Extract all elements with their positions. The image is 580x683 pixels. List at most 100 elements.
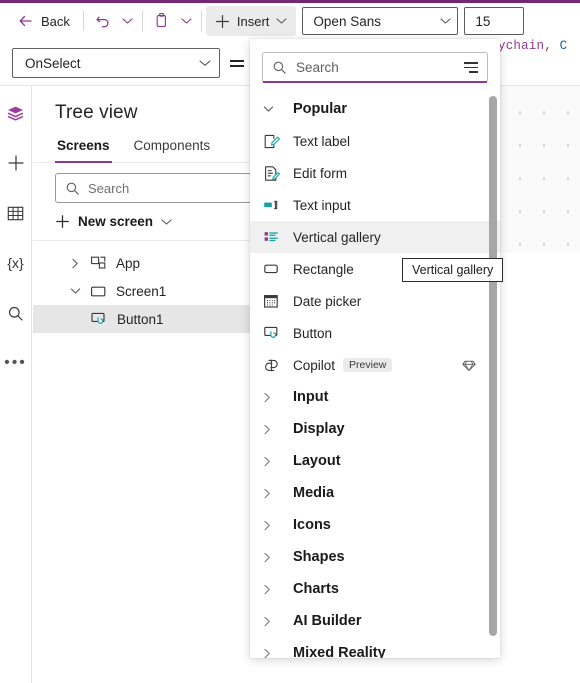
back-button-label: Back	[41, 13, 70, 29]
insert-item-text-input-text: Text input	[293, 197, 351, 213]
chevron-right-icon	[263, 584, 285, 595]
insert-item-date-picker-text: Date picker	[293, 293, 362, 309]
plus-icon	[55, 214, 70, 229]
insert-item-button[interactable]: Button	[250, 317, 500, 349]
filter-icon[interactable]	[464, 62, 478, 73]
font-family-select[interactable]: Open Sans	[302, 7, 459, 35]
group-header-input[interactable]: Input	[250, 381, 500, 413]
tree-search-placeholder: Search	[88, 180, 130, 196]
group-header-layout[interactable]: Layout	[250, 445, 500, 477]
formula-token-3: C	[559, 39, 568, 53]
formula-expand-icon[interactable]	[230, 59, 248, 67]
insert-panel-scrollbar[interactable]	[489, 94, 497, 650]
chevron-right-icon[interactable]	[64, 258, 86, 269]
insert-item-text-label-text: Text label	[293, 133, 351, 149]
rail-item-search[interactable]	[1, 298, 31, 328]
tab-screens[interactable]: Screens	[55, 134, 112, 163]
insert-item-edit-form[interactable]: Edit form	[250, 157, 500, 189]
clipboard-paste-icon	[153, 12, 170, 30]
insert-item-date-picker[interactable]: Date picker	[250, 285, 500, 317]
app-icon	[86, 255, 110, 271]
scrollbar-thumb[interactable]	[489, 96, 497, 636]
paste-dropdown-button[interactable]	[177, 6, 197, 36]
group-header-input-label: Input	[293, 389, 329, 405]
chevron-right-icon	[263, 392, 285, 403]
tree-node-app-label: App	[116, 255, 141, 271]
rail-item-variables[interactable]: {x}	[1, 248, 31, 278]
chevron-down-icon	[122, 17, 133, 25]
chevron-down-icon	[199, 59, 211, 67]
font-size-input[interactable]: 15	[464, 7, 525, 35]
group-header-mixed-reality[interactable]: Mixed Reality	[250, 637, 500, 658]
rail-item-insert[interactable]	[1, 148, 31, 178]
insert-control-list: Popular Text label Edit form Text input …	[250, 93, 500, 658]
chevron-right-icon	[263, 520, 285, 531]
group-header-icons[interactable]: Icons	[250, 509, 500, 541]
insert-item-vertical-gallery[interactable]: Vertical gallery	[250, 221, 500, 253]
group-header-shapes[interactable]: Shapes	[250, 541, 500, 573]
search-icon	[7, 305, 24, 322]
group-header-charts[interactable]: Charts	[250, 573, 500, 605]
group-header-popular-label: Popular	[293, 101, 347, 117]
insert-item-edit-form-text: Edit form	[293, 165, 348, 181]
chevron-down-icon	[161, 218, 172, 226]
paste-button[interactable]	[147, 6, 177, 36]
command-bar-separator	[200, 11, 202, 31]
font-family-value: Open Sans	[313, 13, 381, 29]
insert-button-label: Insert	[236, 13, 270, 29]
tree-node-screen1-label: Screen1	[116, 283, 167, 299]
undo-dropdown-button[interactable]	[118, 6, 138, 36]
preview-badge: Preview	[343, 358, 393, 372]
formula-token-2: ,	[544, 39, 552, 53]
edit-form-icon	[263, 165, 285, 182]
insert-plus-icon	[7, 154, 25, 172]
chevron-right-icon	[263, 552, 285, 563]
insert-search-wrap: Search	[250, 39, 500, 93]
property-value: OnSelect	[25, 55, 81, 71]
tree-view-layers-icon	[6, 105, 25, 122]
tree-node-button1-label: Button1	[117, 311, 164, 327]
group-header-popular[interactable]: Popular	[250, 93, 500, 125]
undo-button[interactable]	[88, 6, 118, 36]
back-button[interactable]: Back	[8, 6, 79, 36]
group-header-display[interactable]: Display	[250, 413, 500, 445]
group-header-shapes-label: Shapes	[293, 549, 345, 565]
group-header-icons-label: Icons	[293, 517, 331, 533]
chevron-down-icon	[263, 105, 285, 113]
group-header-media[interactable]: Media	[250, 477, 500, 509]
app-root: Back Insert Open Sans 15 OnSelect ychain…	[0, 0, 580, 683]
insert-item-text-input[interactable]: Text input	[250, 189, 500, 221]
insert-item-text-label[interactable]: Text label	[250, 125, 500, 157]
rail-item-tree-view[interactable]	[1, 98, 31, 128]
group-header-display-label: Display	[293, 421, 345, 437]
group-header-media-label: Media	[293, 485, 335, 501]
chevron-down-icon[interactable]	[64, 287, 86, 295]
rail-item-data[interactable]	[1, 198, 31, 228]
screen-icon	[86, 284, 110, 299]
rail-item-more[interactable]: •••	[1, 348, 31, 378]
text-label-icon	[263, 133, 285, 150]
more-options-icon: •••	[4, 354, 27, 371]
tooltip-text: Vertical gallery	[412, 263, 494, 277]
insert-item-vertical-gallery-text: Vertical gallery	[293, 229, 381, 245]
date-picker-icon	[263, 293, 285, 309]
chevron-down-icon	[276, 17, 287, 25]
variables-icon: {x}	[7, 255, 24, 271]
chevron-right-icon	[263, 424, 285, 435]
insert-search-input[interactable]: Search	[262, 52, 488, 83]
insert-flyout-panel: Search Popular Text label Edit form Text…	[250, 39, 500, 658]
font-size-value: 15	[475, 13, 491, 29]
chevron-right-icon	[263, 648, 285, 659]
text-input-icon	[263, 197, 285, 213]
app-canvas-area	[500, 86, 580, 683]
property-select[interactable]: OnSelect	[12, 48, 220, 78]
insert-item-copilot-text: Copilot	[293, 357, 336, 373]
insert-button[interactable]: Insert	[205, 6, 297, 36]
tab-components[interactable]: Components	[132, 134, 213, 162]
chevron-right-icon	[263, 488, 285, 499]
tab-components-label: Components	[133, 138, 211, 153]
group-header-ai-builder[interactable]: AI Builder	[250, 605, 500, 637]
chevron-right-icon	[263, 456, 285, 467]
insert-item-copilot[interactable]: Copilot Preview	[250, 349, 500, 381]
command-bar-separator	[141, 11, 143, 31]
